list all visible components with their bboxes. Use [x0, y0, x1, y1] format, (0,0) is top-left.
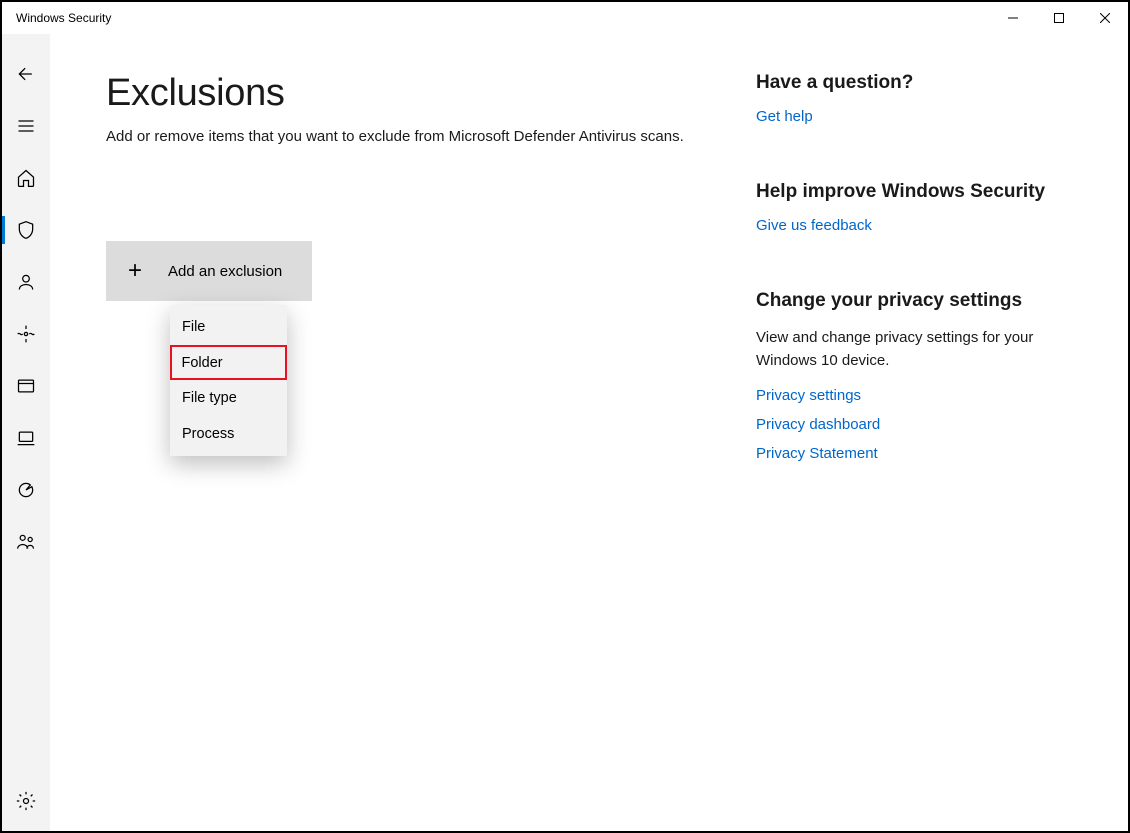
question-section: Have a question? Get help — [756, 72, 1066, 125]
shield-icon[interactable] — [2, 208, 50, 252]
feedback-link[interactable]: Give us feedback — [756, 217, 1066, 234]
dropdown-item-process[interactable]: Process — [170, 416, 287, 452]
content-right: Have a question? Get help Help improve W… — [756, 72, 1066, 831]
add-exclusion-label: Add an exclusion — [168, 263, 282, 280]
back-icon[interactable] — [2, 52, 50, 96]
get-help-link[interactable]: Get help — [756, 108, 1066, 125]
privacy-dashboard-link[interactable]: Privacy dashboard — [756, 416, 1066, 433]
privacy-body: View and change privacy settings for you… — [756, 326, 1066, 373]
improve-heading: Help improve Windows Security — [756, 181, 1066, 203]
page-subtitle: Add or remove items that you want to exc… — [106, 125, 696, 149]
maximize-button[interactable] — [1036, 2, 1082, 34]
window-title: Windows Security — [16, 11, 111, 25]
firewall-icon[interactable] — [2, 312, 50, 356]
menu-icon[interactable] — [2, 104, 50, 148]
privacy-section: Change your privacy settings View and ch… — [756, 290, 1066, 462]
content-left: Exclusions Add or remove items that you … — [106, 72, 726, 831]
settings-icon[interactable] — [2, 779, 50, 823]
add-exclusion-button[interactable]: + Add an exclusion — [106, 241, 312, 301]
titlebar: Windows Security — [2, 2, 1128, 34]
privacy-statement-link[interactable]: Privacy Statement — [756, 445, 1066, 462]
device-security-icon[interactable] — [2, 416, 50, 460]
app-browser-icon[interactable] — [2, 364, 50, 408]
question-heading: Have a question? — [756, 72, 1066, 94]
family-options-icon[interactable] — [2, 520, 50, 564]
plus-icon: + — [128, 259, 142, 283]
exclusion-dropdown: File Folder File type Process — [170, 305, 287, 456]
privacy-heading: Change your privacy settings — [756, 290, 1066, 312]
minimize-button[interactable] — [990, 2, 1036, 34]
sidebar — [2, 34, 50, 831]
improve-section: Help improve Windows Security Give us fe… — [756, 181, 1066, 234]
privacy-settings-link[interactable]: Privacy settings — [756, 387, 1066, 404]
dropdown-item-file-type[interactable]: File type — [170, 380, 287, 416]
home-icon[interactable] — [2, 156, 50, 200]
page-title: Exclusions — [106, 72, 726, 115]
device-performance-icon[interactable] — [2, 468, 50, 512]
dropdown-item-folder[interactable]: Folder — [170, 345, 287, 380]
close-button[interactable] — [1082, 2, 1128, 34]
account-icon[interactable] — [2, 260, 50, 304]
main-content: Exclusions Add or remove items that you … — [50, 34, 1128, 831]
dropdown-item-file[interactable]: File — [170, 309, 287, 345]
window-controls — [990, 2, 1128, 34]
